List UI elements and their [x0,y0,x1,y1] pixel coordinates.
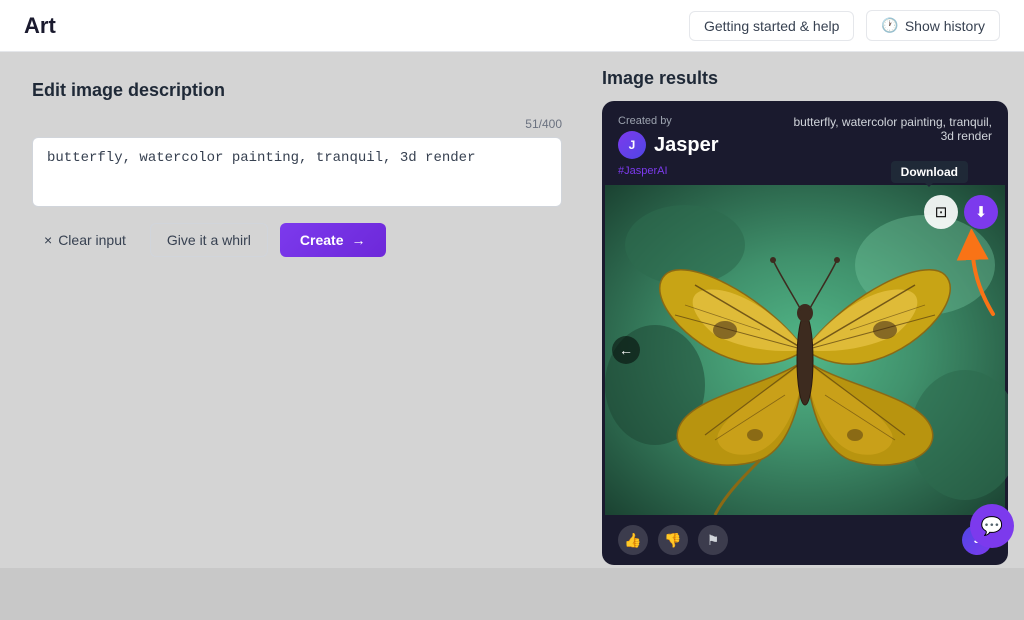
image-description-label: butterfly, watercolor painting, tranquil… [792,115,992,143]
copy-image-button[interactable]: ⊡ [924,195,958,229]
chat-icon: 💬 [981,516,1003,537]
image-nav-back-button[interactable]: ← [612,336,640,364]
created-by-label: Created by [618,115,719,127]
card-footer: 👍 👎 ⚑ J [602,515,1008,565]
action-row: × Clear input Give it a whirl Create → [32,223,562,257]
butterfly-image [602,185,1008,515]
clock-icon: 🕐 [881,17,898,34]
arrow-right-icon: → [352,232,366,248]
flag-button[interactable]: ⚑ [698,525,728,555]
download-tooltip: Download [891,161,968,183]
image-card: Created by J Jasper #JasperAI butterfly,… [602,101,1008,565]
getting-started-button[interactable]: Getting started & help [689,11,854,41]
thumbs-up-button[interactable]: 👍 [618,525,648,555]
give-it-a-whirl-button[interactable]: Give it a whirl [150,223,268,257]
creator-avatar: J [618,131,646,159]
copy-icon: ⊡ [935,203,948,221]
chat-fab-button[interactable]: 💬 [970,504,1014,548]
thumbs-down-icon: 👎 [664,532,681,549]
results-section-title: Image results [602,68,1008,89]
creator-info: Created by J Jasper #JasperAI [618,115,719,177]
top-nav: Art Getting started & help 🕐 Show histor… [0,0,1024,52]
image-container: ← ⊡ ⬇ [602,185,1008,515]
clear-input-button[interactable]: × Clear input [32,224,138,256]
footer-actions: 👍 👎 ⚑ [618,525,728,555]
creator-name-row: J Jasper [618,131,719,159]
thumbs-down-button[interactable]: 👎 [658,525,688,555]
back-arrow-icon: ← [619,342,633,358]
download-image-button[interactable]: ⬇ [964,195,998,229]
left-panel: Edit image description 51/400 × Clear in… [0,52,594,568]
hashtag: #JasperAI [618,165,719,177]
create-button[interactable]: Create → [280,223,386,257]
image-actions: ⊡ ⬇ [924,195,998,229]
edit-section-title: Edit image description [32,80,562,101]
download-icon: ⬇ [975,203,988,221]
app-logo: Art [24,13,56,39]
close-icon: × [44,232,52,248]
creator-name: Jasper [654,134,719,157]
flag-icon: ⚑ [707,532,720,549]
nav-right: Getting started & help 🕐 Show history [689,10,1000,41]
butterfly-svg [602,185,1008,515]
show-history-button[interactable]: 🕐 Show history [866,10,1000,41]
char-count: 51/400 [32,117,562,131]
main-content: Edit image description 51/400 × Clear in… [0,52,1024,568]
thumbs-up-icon: 👍 [624,532,641,549]
right-panel: Image results Created by J Jasper #Jaspe… [594,52,1024,568]
description-input[interactable] [32,137,562,207]
